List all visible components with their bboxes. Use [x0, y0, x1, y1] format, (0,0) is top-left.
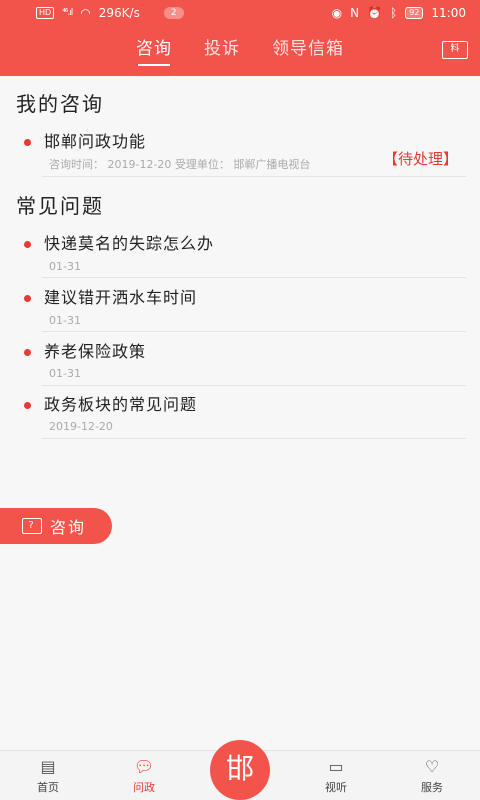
my-consult-title: 我的咨询 [16, 92, 104, 116]
bullet-dot [24, 241, 31, 248]
faq-item-date: 2019-12-20 [49, 420, 113, 433]
faq-item-title: 养老保险政策 [44, 342, 147, 361]
home-icon: ▤ [40, 757, 56, 776]
notification-count: 2 [163, 7, 184, 19]
faq-item-title: 快递莫名的失踪怎么办 [44, 234, 215, 253]
faq-item-title: 建议错开洒水车时间 [44, 288, 198, 307]
battery-icon: 92 [405, 7, 424, 19]
alarm-icon: ⏰ [367, 6, 383, 20]
nav-home[interactable]: ▤ 首页 [18, 757, 78, 795]
nav-service-label: 服务 [421, 781, 443, 794]
network-speed: 296K/s [98, 6, 140, 20]
nav-service[interactable]: ♡ 服务 [402, 757, 462, 795]
nfc-icon: N [350, 6, 360, 20]
bullet-dot [24, 139, 31, 146]
question-edit-icon: ? [22, 518, 42, 534]
faq-item-date: 01-31 [49, 260, 81, 273]
materials-icon[interactable]: 料 [442, 41, 468, 59]
nav-shiting-label: 视听 [325, 781, 347, 794]
divider [42, 385, 466, 386]
tab-leader-mailbox[interactable]: 领导信箱 [272, 36, 344, 66]
my-consult-item[interactable]: 邯郸问政功能 咨询时间： 2019-12-20 受理单位： 邯郸广播电视台 【待… [24, 128, 466, 178]
consult-fab-button[interactable]: ? 咨询 [0, 508, 112, 544]
divider [42, 277, 466, 278]
chat-icon: 💬︎ [133, 757, 155, 776]
fab-label: 咨询 [50, 518, 87, 537]
bullet-dot [24, 402, 31, 409]
faq-title: 常见问题 [16, 194, 104, 218]
center-logo-button[interactable]: 邯 [210, 740, 270, 800]
bluetooth-icon: ᛒ [390, 6, 398, 20]
hd-indicator: HD [36, 7, 55, 19]
faq-item-date: 01-31 [49, 367, 81, 380]
tab-complaint[interactable]: 投诉 [204, 36, 240, 66]
wifi-icon: ◠ [80, 6, 91, 20]
faq-item-date: 01-31 [49, 314, 81, 327]
status-badge: 【待处理】 [382, 150, 458, 168]
status-bar: HD ⁴⁶.ıl ◠ 296K/s 2 ◉ N ⏰ ᛒ 92 11:00 [0, 0, 480, 26]
faq-item[interactable]: 建议错开洒水车时间 01-31 [24, 284, 466, 334]
nav-wenzheng[interactable]: 💬︎ 问政 [114, 757, 174, 795]
clock: 11:00 [431, 6, 466, 20]
divider [42, 176, 466, 177]
tab-consult[interactable]: 咨询 [136, 36, 172, 66]
tv-icon: ▭ [328, 757, 344, 776]
app-header: HD ⁴⁶.ıl ◠ 296K/s 2 ◉ N ⏰ ᛒ 92 11:00 咨询 … [0, 0, 480, 76]
heart-icon: ♡ [424, 757, 440, 776]
divider [42, 331, 466, 332]
eye-icon: ◉ [331, 6, 343, 20]
faq-item-title: 政务板块的常见问题 [44, 395, 198, 414]
consult-item-meta: 咨询时间： 2019-12-20 受理单位： 邯郸广播电视台 [49, 158, 311, 171]
bullet-dot [24, 349, 31, 356]
bullet-dot [24, 295, 31, 302]
top-tabs: 咨询 投诉 领导信箱 [0, 36, 480, 66]
faq-item[interactable]: 养老保险政策 01-31 [24, 338, 466, 388]
faq-item[interactable]: 政务板块的常见问题 2019-12-20 [24, 391, 466, 441]
nav-wenzheng-label: 问政 [133, 781, 155, 794]
divider [42, 438, 466, 439]
nav-home-label: 首页 [37, 781, 59, 794]
consult-item-title: 邯郸问政功能 [44, 132, 147, 151]
faq-item[interactable]: 快递莫名的失踪怎么办 01-31 [24, 230, 466, 280]
nav-shiting[interactable]: ▭ 视听 [306, 757, 366, 795]
signal-icon: ⁴⁶.ıl [62, 8, 73, 18]
